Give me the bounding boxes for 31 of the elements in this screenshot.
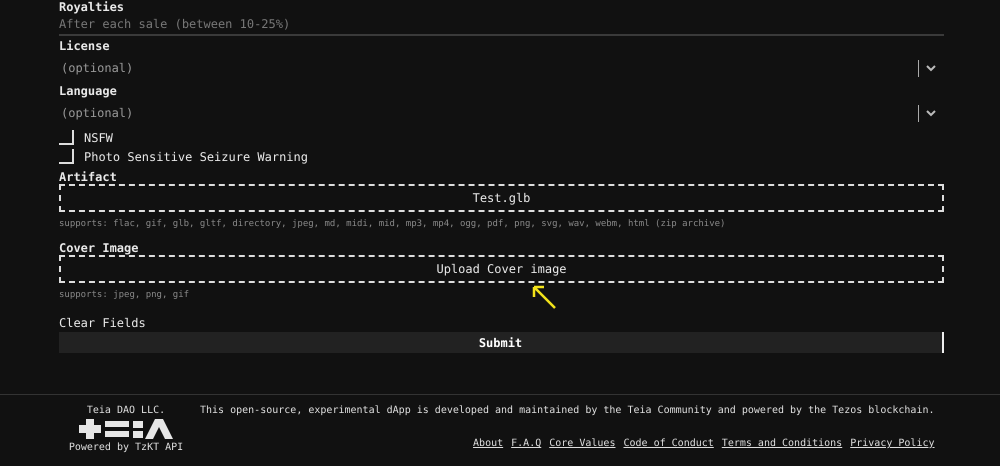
- upload-dropzone[interactable]: Upload Cover image: [59, 255, 944, 283]
- upload-dropzone[interactable]: Test.glb: [59, 184, 944, 212]
- checkbox[interactable]: [59, 149, 74, 164]
- supported-formats-note: supports: jpeg, png, gif: [59, 290, 190, 300]
- chevron-down-icon: [926, 110, 936, 116]
- powered-by-text: Powered by TzKT API: [68, 442, 184, 453]
- submit-button[interactable]: Submit: [59, 332, 944, 353]
- footer-link[interactable]: Terms and Conditions: [722, 438, 842, 449]
- footer-link[interactable]: Privacy Policy: [850, 438, 935, 449]
- checkbox[interactable]: [59, 130, 74, 145]
- royalties-input[interactable]: After each sale (between 10-25%): [59, 14, 944, 36]
- company-name: Teia DAO LLC.: [86, 405, 166, 416]
- checkbox-label: NSFW: [84, 130, 113, 144]
- arrow-annotation-icon: [531, 284, 557, 310]
- footer-link[interactable]: Core Values: [549, 438, 616, 449]
- select-field[interactable]: (optional): [59, 57, 944, 79]
- field-label: License: [59, 39, 111, 53]
- footer-link[interactable]: F.A.Q: [511, 438, 542, 449]
- footer-link[interactable]: Code of Conduct: [623, 438, 714, 449]
- supported-formats-note: supports: flac, gif, glb, gltf, directory, jpeg, md, midi, mid, mp3, mp4, ogg, pdf, png, svg, wav, webm, html (zip archive): [59, 219, 726, 229]
- field-label: Cover Image: [59, 241, 140, 255]
- chevron-down-icon: [926, 64, 936, 72]
- field-label: Royalties: [59, 0, 126, 14]
- footer-link[interactable]: About: [473, 438, 504, 449]
- select-field[interactable]: (optional): [59, 102, 944, 124]
- clear-fields-button[interactable]: Clear Fields: [59, 316, 146, 330]
- field-label: Artifact: [59, 170, 118, 184]
- footer-description: This open-source, experimental dApp is developed and maintained by the Teia Community and powered by the Tezos blockchain.: [200, 405, 935, 416]
- checkbox-label: Photo Sensitive Seizure Warning: [84, 150, 308, 164]
- teia-logo-icon: [79, 419, 173, 439]
- field-label: Language: [59, 84, 118, 98]
